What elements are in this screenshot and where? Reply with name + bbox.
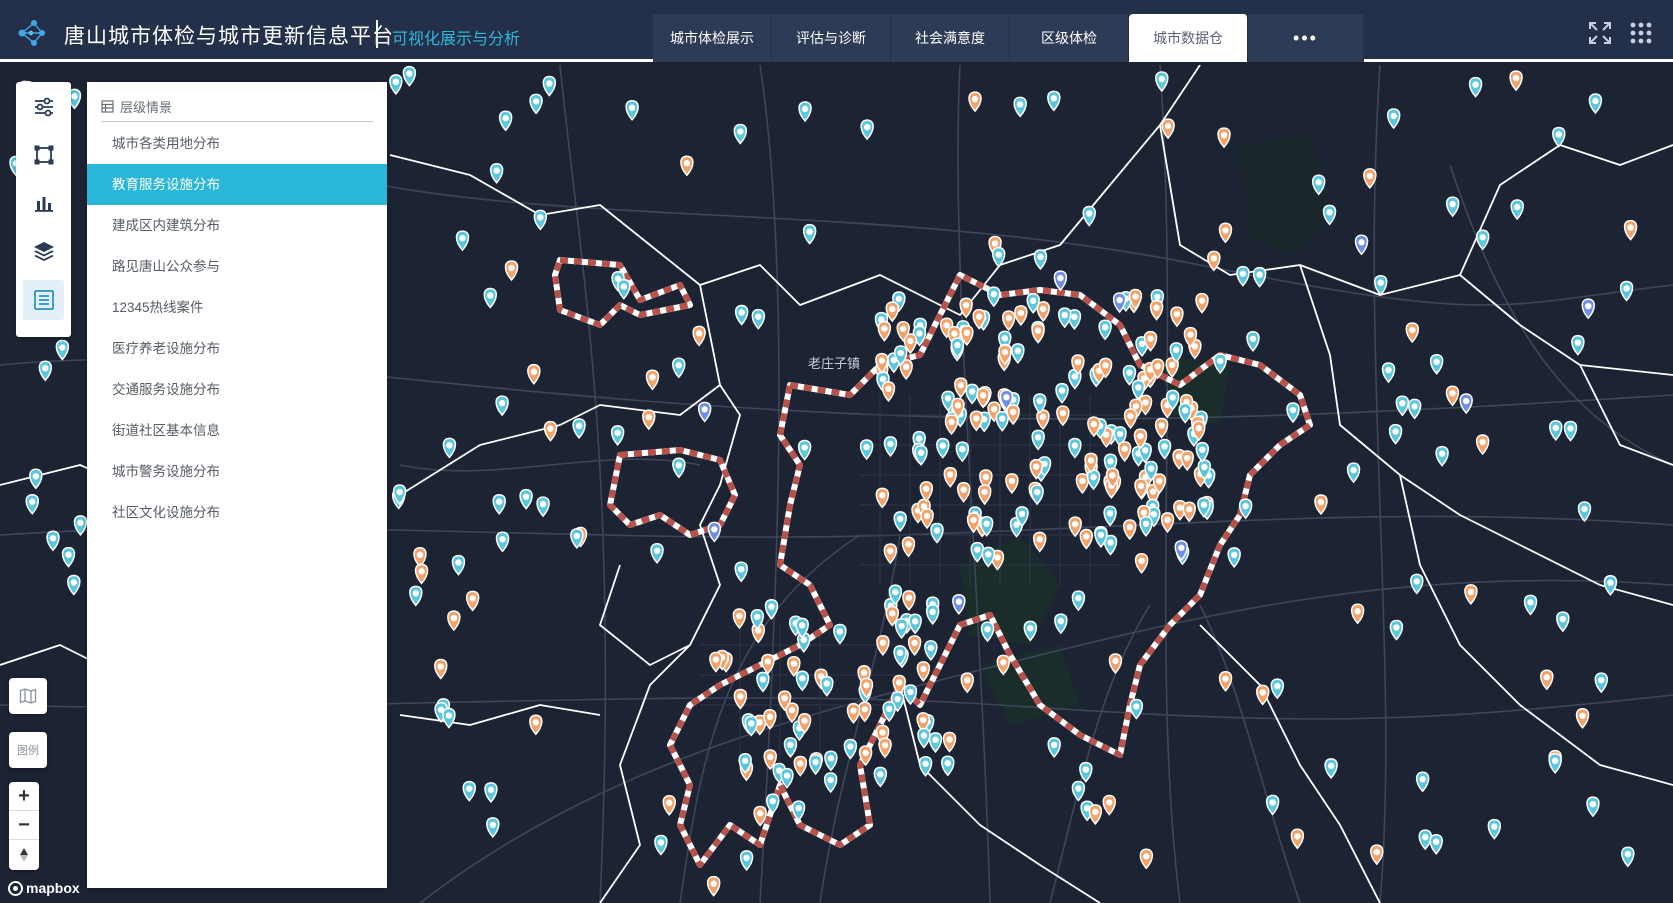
layer-item-education[interactable]: 教育服务设施分布	[87, 164, 387, 205]
layer-list: 城市各类用地分布 教育服务设施分布 建成区内建筑分布 路见唐山公众参与 1234…	[87, 123, 387, 533]
tab-district-checkup[interactable]: 区级体检	[1010, 14, 1129, 62]
zoom-controls: + −	[9, 782, 39, 870]
layer-panel-title: 层级情景	[120, 100, 173, 115]
layer-item-medical-elderly[interactable]: 医疗养老设施分布	[87, 328, 387, 369]
fullscreen-icon[interactable]	[1587, 20, 1613, 46]
tab-data-warehouse[interactable]: 城市数据仓	[1129, 14, 1248, 62]
layer-item-land-use[interactable]: 城市各类用地分布	[87, 123, 387, 164]
app-grid-icon[interactable]	[1628, 20, 1654, 46]
tab-satisfaction[interactable]: 社会满意度	[891, 14, 1010, 62]
tab-city-checkup[interactable]: 城市体检展示	[653, 14, 772, 62]
mapbox-logo-icon	[8, 880, 23, 896]
settings-sliders-icon[interactable]	[23, 87, 64, 127]
top-header: 唐山城市体检与城市更新信息平台 可视化展示与分析 城市体检展示 评估与诊断 社会…	[0, 0, 1673, 62]
layers-icon[interactable]	[23, 231, 64, 271]
mapbox-attribution[interactable]: mapbox	[8, 880, 80, 896]
list-icon[interactable]	[23, 280, 64, 320]
zoom-out-button[interactable]: −	[9, 811, 39, 840]
layer-item-police[interactable]: 城市警务设施分布	[87, 451, 387, 492]
bar-chart-icon[interactable]	[23, 183, 64, 223]
layer-panel: 层级情景 城市各类用地分布 教育服务设施分布 建成区内建筑分布 路见唐山公众参与…	[87, 82, 387, 888]
layer-item-buildings[interactable]: 建成区内建筑分布	[87, 205, 387, 246]
compass-button[interactable]	[9, 840, 39, 869]
zoom-in-button[interactable]: +	[9, 782, 39, 811]
compass-icon	[20, 847, 28, 862]
main-tabs: 城市体检展示 评估与诊断 社会满意度 区级体检 城市数据仓 •••	[653, 14, 1364, 62]
town-label: 老庄子镇	[808, 356, 861, 371]
tab-more[interactable]: •••	[1248, 14, 1364, 62]
layer-item-hotline-cases[interactable]: 12345热线案件	[87, 287, 387, 328]
title-divider	[376, 20, 378, 48]
layer-item-communities[interactable]: 街道社区基本信息	[87, 410, 387, 451]
tab-assessment[interactable]: 评估与诊断	[772, 14, 891, 62]
basemap-switch-button[interactable]	[9, 678, 47, 714]
map-icon	[19, 688, 37, 704]
layer-panel-header: 层级情景	[101, 92, 373, 122]
layer-item-culture[interactable]: 社区文化设施分布	[87, 492, 387, 533]
table-icon	[101, 100, 114, 113]
map-toolbar	[16, 82, 71, 337]
draw-area-icon[interactable]	[23, 135, 64, 175]
page-title: 唐山城市体检与城市更新信息平台	[64, 25, 394, 48]
mapbox-label: mapbox	[26, 880, 80, 896]
legend-button[interactable]: 图例	[9, 732, 47, 768]
layer-item-transport[interactable]: 交通服务设施分布	[87, 369, 387, 410]
layer-item-public-participation[interactable]: 路见唐山公众参与	[87, 246, 387, 287]
page-subtitle: 可视化展示与分析	[392, 31, 521, 48]
platform-logo-icon	[18, 20, 45, 46]
app-root: 老庄子镇 唐山城市体检与城市更新信息平台 可视化展示与分析 城市体检展示 评估与…	[0, 0, 1673, 903]
